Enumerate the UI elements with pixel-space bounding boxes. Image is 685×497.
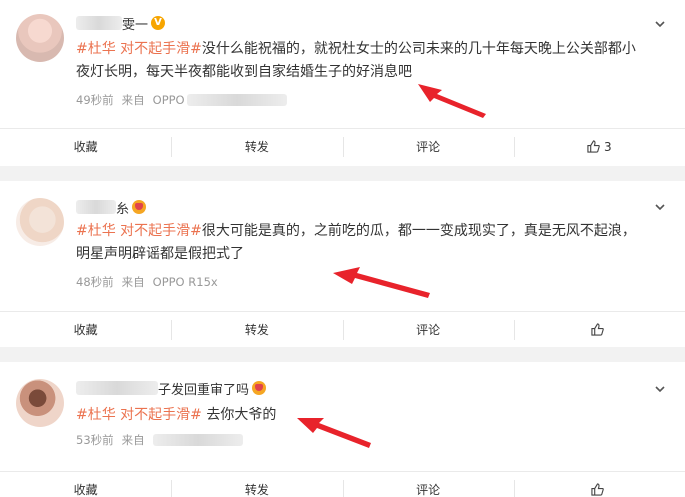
chevron-down-icon[interactable]	[655, 202, 665, 212]
post-meta: 49秒前 来自 OPPO	[76, 92, 295, 108]
hashtag-link[interactable]: #杜华 对不起手滑#	[76, 223, 202, 239]
source-blurred	[152, 434, 243, 446]
post-source: OPPO R15x	[152, 275, 218, 289]
username-row[interactable]: 糸	[76, 197, 147, 217]
username: 糸	[116, 201, 130, 217]
weibo-post-3: 子发回重审了吗 #杜华 对不起手滑# 去你大爷的 53秒前 来自 收藏 转发 评…	[0, 362, 685, 497]
username-row[interactable]: 雯一 V	[76, 13, 166, 33]
source-blurred	[186, 94, 287, 106]
username: 子发回重审了吗	[158, 382, 250, 398]
post-time[interactable]: 49秒前	[76, 92, 114, 108]
hashtag-link[interactable]: #杜华 对不起手滑#	[76, 407, 202, 423]
verified-badge-icon: V	[151, 16, 166, 30]
thumbs-up-icon	[591, 323, 604, 336]
thumbs-up-icon	[587, 140, 600, 153]
collect-button[interactable]: 收藏	[0, 129, 171, 164]
post-text: #杜华 对不起手滑#没什么能祝福的，就祝杜女士的公司未来的几十年每天晚上公关部都…	[76, 38, 646, 84]
username-blurred	[76, 381, 158, 395]
collect-button[interactable]: 收藏	[0, 312, 171, 347]
like-count: 3	[604, 139, 612, 154]
chevron-down-icon[interactable]	[655, 19, 665, 29]
like-button[interactable]: 3	[513, 129, 685, 164]
post-time[interactable]: 48秒前	[76, 274, 114, 290]
thumbs-up-icon	[591, 483, 604, 496]
like-button[interactable]	[513, 472, 685, 497]
repost-button[interactable]: 转发	[171, 472, 342, 497]
source-prefix: 来自	[121, 275, 145, 289]
red-arrow-annotation	[333, 267, 430, 298]
post-content: 去你大爷的	[201, 407, 277, 423]
action-bar: 收藏 转发 评论 3	[0, 128, 685, 164]
collect-button[interactable]: 收藏	[0, 472, 171, 497]
username-blurred	[76, 16, 122, 30]
avatar[interactable]	[16, 198, 64, 246]
repost-button[interactable]: 转发	[171, 129, 342, 164]
source-prefix: 来自	[121, 93, 145, 107]
source-prefix: 来自	[121, 433, 145, 447]
weibo-post-2: 糸 #杜华 对不起手滑#很大可能是真的，之前吃的瓜，都一一变成现实了，真是无风不…	[0, 181, 685, 347]
like-button[interactable]	[513, 312, 685, 347]
red-arrow-annotation	[297, 418, 371, 448]
comment-button[interactable]: 评论	[342, 472, 514, 497]
member-crown-icon	[252, 381, 267, 395]
username-row[interactable]: 子发回重审了吗	[76, 378, 267, 398]
hashtag-link[interactable]: #杜华 对不起手滑#	[76, 41, 202, 57]
chevron-down-icon[interactable]	[655, 384, 665, 394]
comment-button[interactable]: 评论	[342, 129, 514, 164]
weibo-post-1: 雯一 V #杜华 对不起手滑#没什么能祝福的，就祝杜女士的公司未来的几十年每天晚…	[0, 0, 685, 166]
post-text: #杜华 对不起手滑#很大可能是真的，之前吃的瓜，都一一变成现实了，真是无风不起浪…	[76, 220, 646, 266]
comment-button[interactable]: 评论	[342, 312, 514, 347]
action-bar: 收藏 转发 评论	[0, 471, 685, 497]
red-arrow-annotation	[418, 84, 486, 118]
repost-button[interactable]: 转发	[171, 312, 342, 347]
avatar[interactable]	[16, 379, 64, 427]
post-meta: 48秒前 来自 OPPO R15x	[76, 274, 226, 290]
post-meta: 53秒前 来自	[76, 432, 251, 448]
avatar[interactable]	[16, 14, 64, 62]
username: 雯一	[122, 17, 149, 33]
post-source: OPPO	[152, 93, 185, 107]
action-bar: 收藏 转发 评论	[0, 311, 685, 347]
username-blurred	[76, 200, 116, 214]
post-time[interactable]: 53秒前	[76, 432, 114, 448]
member-crown-icon	[132, 200, 147, 214]
